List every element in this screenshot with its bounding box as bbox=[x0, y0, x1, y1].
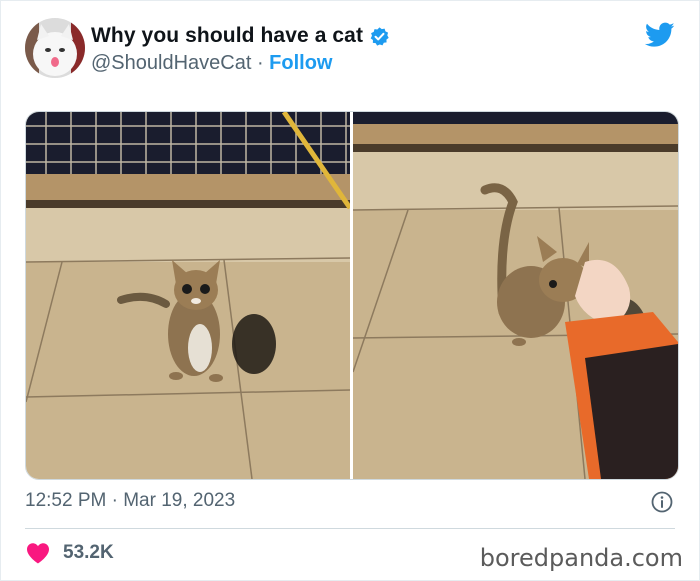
info-icon[interactable] bbox=[651, 491, 673, 513]
follow-link[interactable]: Follow bbox=[269, 52, 332, 74]
avatar-image bbox=[25, 18, 85, 78]
divider bbox=[25, 528, 675, 529]
like-section: 53.2K bbox=[25, 542, 114, 564]
handle-row: @ShouldHaveCat · Follow bbox=[91, 52, 333, 75]
twitter-bird-icon[interactable] bbox=[644, 22, 675, 48]
watermark-text: boredpanda.com bbox=[479, 544, 683, 572]
handle-separator: · bbox=[251, 52, 270, 74]
name-row: Why you should have a cat bbox=[91, 24, 390, 48]
tweet-card: Why you should have a cat @ShouldHaveCat… bbox=[0, 0, 700, 581]
user-handle[interactable]: @ShouldHaveCat bbox=[91, 52, 251, 74]
photo-kitten-petted[interactable] bbox=[353, 112, 678, 479]
heart-icon[interactable] bbox=[25, 542, 51, 564]
tweet-header: Why you should have a cat @ShouldHaveCat… bbox=[25, 18, 675, 80]
display-name[interactable]: Why you should have a cat bbox=[91, 24, 363, 48]
avatar[interactable] bbox=[25, 18, 85, 78]
like-count[interactable]: 53.2K bbox=[63, 542, 114, 564]
media-grid[interactable] bbox=[25, 111, 679, 480]
verified-badge-icon bbox=[369, 26, 390, 47]
photo-kitten-looking-up[interactable] bbox=[26, 112, 350, 479]
tweet-timestamp[interactable]: 12:52 PM · Mar 19, 2023 bbox=[25, 490, 235, 512]
